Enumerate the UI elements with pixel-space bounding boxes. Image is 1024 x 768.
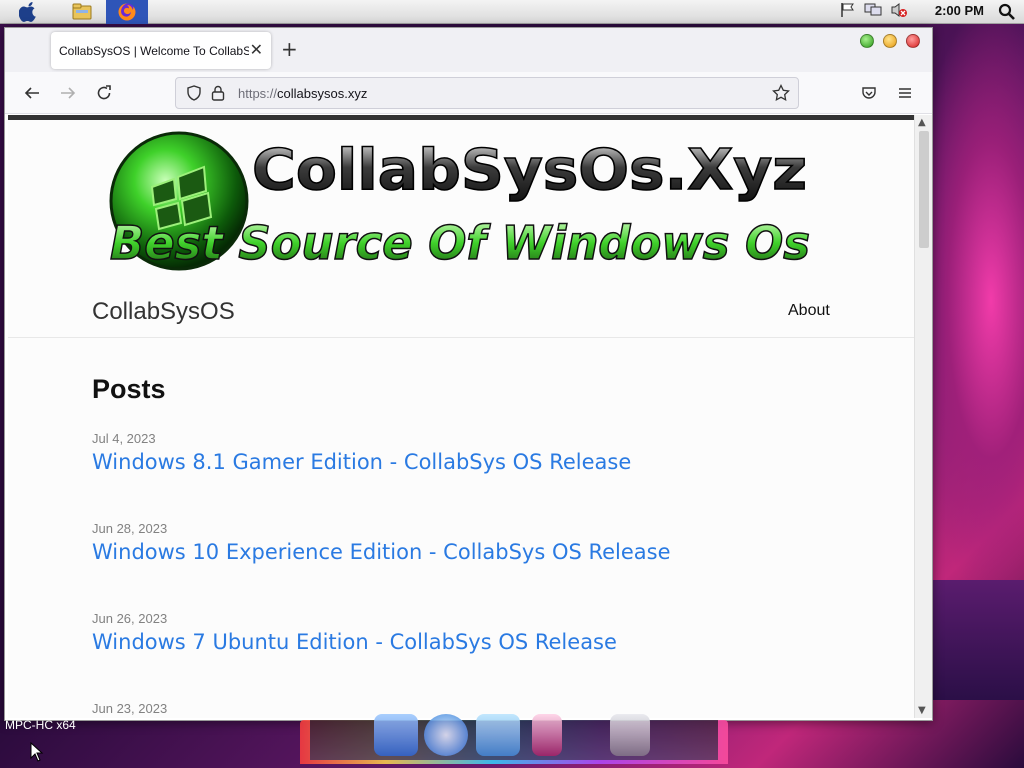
site-banner[interactable]: CollabSysOs.Xyz Best Source Of Windows O… bbox=[102, 127, 812, 275]
page-viewport: CollabSysOs.Xyz Best Source Of Windows O… bbox=[8, 115, 914, 718]
firefox-taskbar-icon[interactable] bbox=[106, 0, 148, 24]
post-date: Jul 4, 2023 bbox=[92, 431, 156, 446]
scroll-down-arrow-icon[interactable]: ▼ bbox=[918, 705, 926, 716]
finder-dock-icon[interactable] bbox=[374, 714, 418, 756]
wallpaper-lower bbox=[924, 580, 1024, 700]
banner-subtitle: Best Source Of Windows Os bbox=[110, 216, 810, 270]
post-date: Jun 23, 2023 bbox=[92, 701, 168, 716]
header-divider bbox=[8, 337, 914, 338]
lock-icon[interactable] bbox=[211, 85, 225, 105]
vertical-scrollbar[interactable]: ▲ ▼ bbox=[914, 115, 932, 718]
maximize-button[interactable] bbox=[860, 34, 874, 48]
search-icon[interactable] bbox=[998, 3, 1016, 25]
flag-icon[interactable] bbox=[840, 2, 856, 22]
tab-title: CollabSysOS | Welcome To CollabSysOS bbox=[59, 43, 249, 58]
posts-heading: Posts bbox=[92, 374, 166, 404]
preview-dock-icon[interactable] bbox=[476, 714, 520, 756]
forward-arrow-icon[interactable] bbox=[56, 81, 80, 105]
url-host: collabsysos.xyz bbox=[277, 86, 368, 101]
post-date: Jun 28, 2023 bbox=[92, 521, 168, 536]
scroll-up-arrow-icon[interactable]: ▲ bbox=[918, 117, 926, 128]
tracking-shield-icon[interactable] bbox=[186, 85, 202, 105]
nav-about-link[interactable]: About bbox=[788, 302, 830, 320]
post-item: Jun 28, 2023 Windows 10 Experience Editi… bbox=[92, 521, 671, 564]
url-scheme: https:// bbox=[238, 86, 278, 101]
post-item: Jul 4, 2023 Windows 8.1 Gamer Edition - … bbox=[92, 431, 631, 474]
site-top-border bbox=[8, 115, 914, 120]
bottle-dock-icon[interactable] bbox=[532, 714, 562, 756]
taskbar-app-label[interactable]: MPC-HC x64 bbox=[5, 718, 76, 732]
system-tray bbox=[840, 0, 908, 24]
file-manager-icon[interactable] bbox=[62, 0, 102, 24]
bookmark-star-icon[interactable] bbox=[772, 83, 790, 106]
banner-title: CollabSysOs.Xyz bbox=[252, 138, 807, 203]
site-title-link[interactable]: CollabSysOS bbox=[92, 298, 235, 326]
network-icon[interactable] bbox=[864, 2, 882, 22]
utility-dock-icon[interactable] bbox=[610, 714, 650, 756]
dock bbox=[300, 714, 728, 764]
post-title-link[interactable]: Windows 8.1 Gamer Edition - CollabSys OS… bbox=[92, 450, 631, 474]
apple-menu-icon[interactable] bbox=[8, 0, 48, 24]
close-tab-icon[interactable]: ✕ bbox=[250, 41, 263, 59]
url-bar[interactable]: https://collabsysos.xyz bbox=[175, 77, 799, 109]
post-item: Jun 26, 2023 Windows 7 Ubuntu Edition - … bbox=[92, 611, 617, 654]
top-menubar: 2:00 PM bbox=[0, 0, 1024, 24]
hamburger-menu-icon[interactable] bbox=[893, 81, 917, 105]
post-title-link[interactable]: Windows 7 Ubuntu Edition - CollabSys OS … bbox=[92, 630, 617, 654]
new-tab-button[interactable]: + bbox=[281, 39, 298, 59]
back-arrow-icon[interactable] bbox=[20, 81, 44, 105]
post-date: Jun 26, 2023 bbox=[92, 611, 168, 626]
tab-bar: CollabSysOS | Welcome To CollabSysOS ✕ + bbox=[5, 28, 932, 72]
close-window-button[interactable] bbox=[906, 34, 920, 48]
url-text[interactable]: https://collabsysos.xyz bbox=[238, 86, 367, 101]
clock[interactable]: 2:00 PM bbox=[935, 3, 984, 18]
post-title-link[interactable]: Windows 10 Experience Edition - CollabSy… bbox=[92, 540, 671, 564]
reload-icon[interactable] bbox=[92, 81, 116, 105]
pocket-icon[interactable] bbox=[857, 81, 881, 105]
navigation-toolbar: https://collabsysos.xyz bbox=[5, 72, 932, 114]
tab-collabsysos[interactable]: CollabSysOS | Welcome To CollabSysOS ✕ bbox=[51, 32, 271, 69]
safari-dock-icon[interactable] bbox=[424, 714, 468, 756]
browser-window: CollabSysOS | Welcome To CollabSysOS ✕ +… bbox=[4, 27, 933, 721]
mouse-cursor-icon bbox=[30, 741, 44, 766]
volume-muted-icon[interactable] bbox=[890, 2, 908, 22]
post-item: Jun 23, 2023 bbox=[92, 701, 167, 716]
scrollbar-thumb[interactable] bbox=[919, 131, 929, 248]
minimize-button[interactable] bbox=[883, 34, 897, 48]
